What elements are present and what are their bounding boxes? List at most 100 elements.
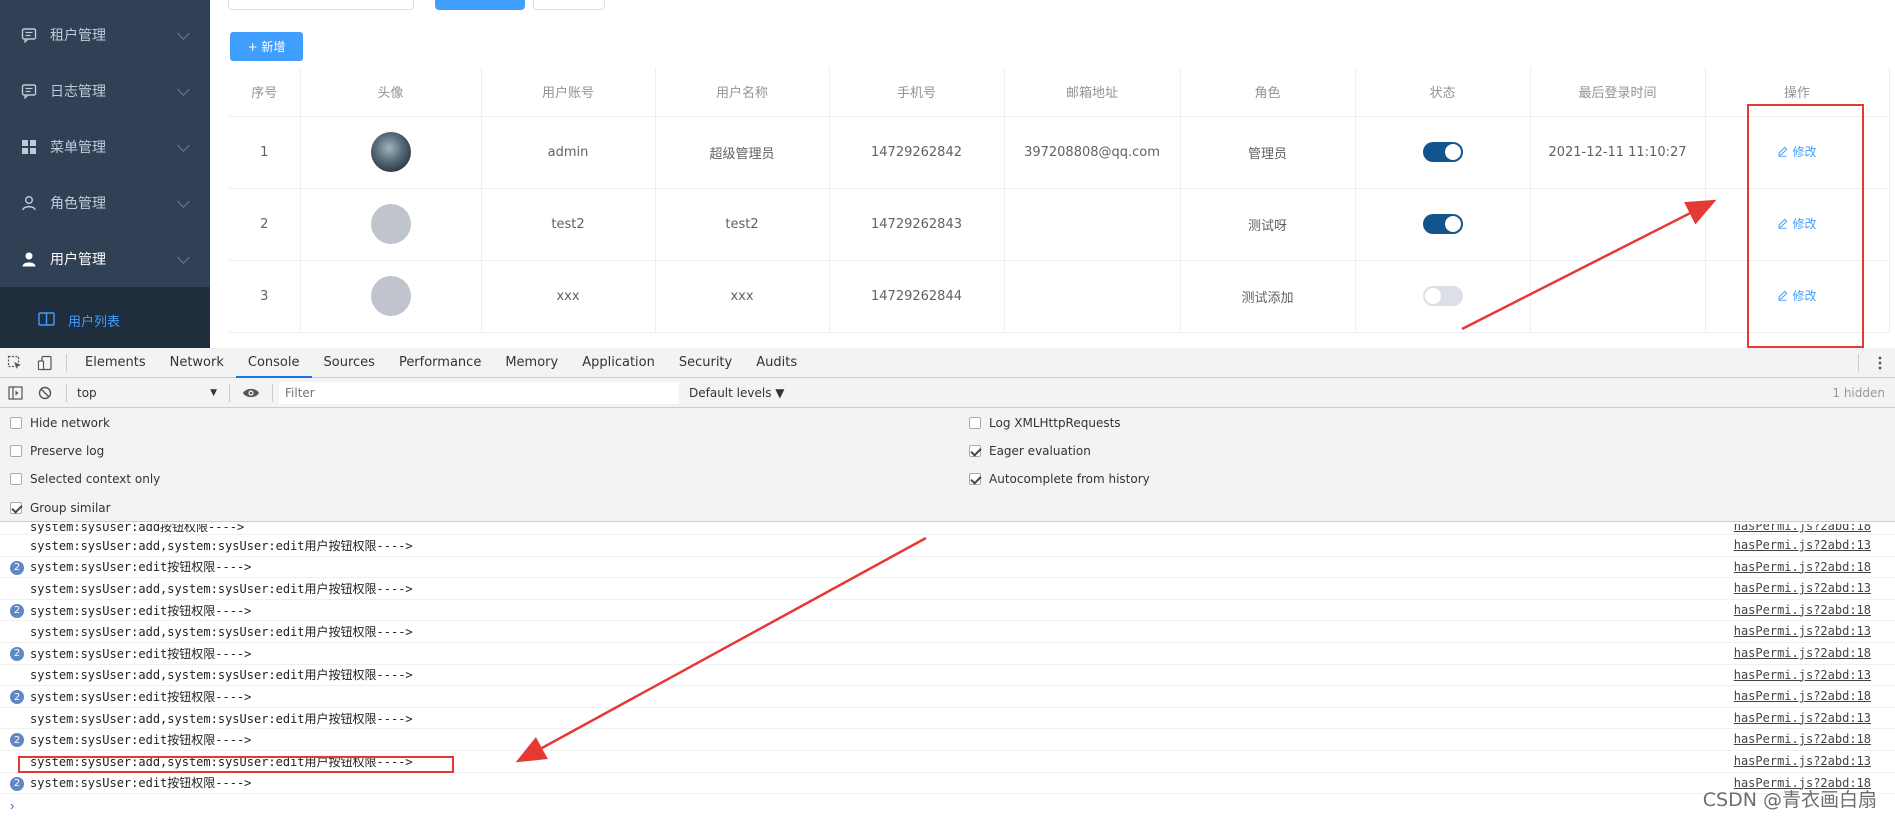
source-link[interactable]: hasPermi.js?2abd:13	[1734, 538, 1871, 552]
clear-console-icon[interactable]	[30, 378, 60, 408]
tab-sources[interactable]: Sources	[312, 348, 387, 378]
tab-security[interactable]: Security	[667, 348, 744, 378]
sidebar-item-label: 日志管理	[50, 84, 106, 100]
add-user-button[interactable]: + 新增	[230, 32, 303, 61]
col-header-email: 邮箱地址	[1004, 67, 1181, 117]
user-filled-icon	[20, 250, 38, 268]
autocomplete-history-option[interactable]: Autocomplete from history	[969, 472, 1150, 486]
eager-evaluation-option[interactable]: Eager evaluation	[969, 444, 1091, 458]
cell-index: 2	[229, 187, 301, 261]
source-link[interactable]: hasPermi.js?2abd:13	[1734, 754, 1871, 768]
chevron-down-icon	[177, 139, 190, 152]
console-prompt[interactable]: ›	[10, 798, 14, 813]
sidebar-item-label: 租户管理	[50, 28, 106, 44]
source-link[interactable]: hasPermi.js?2abd:18	[1734, 732, 1871, 746]
search-input[interactable]	[228, 0, 414, 10]
book-icon	[38, 311, 56, 329]
inspect-element-icon[interactable]	[0, 348, 30, 378]
main-content: + 新增 序号 头像 用户账号 用户名称 手机号 邮箱地址 角色 状态 最后登录…	[210, 0, 1895, 348]
status-toggle[interactable]	[1422, 142, 1463, 162]
source-link[interactable]: hasPermi.js?2abd:13	[1734, 624, 1871, 638]
eye-icon[interactable]	[236, 378, 266, 408]
console-filter-input[interactable]	[279, 381, 679, 404]
checkbox[interactable]	[10, 445, 22, 457]
caret-down-icon: ▼	[210, 387, 217, 398]
checkbox[interactable]	[969, 417, 981, 429]
console-message: system:sysUser:add按钮权限----> hasPermi.js?…	[0, 524, 1895, 535]
tab-audits[interactable]: Audits	[744, 348, 809, 378]
status-toggle[interactable]	[1422, 214, 1463, 234]
console-message: 2 system:sysUser:edit按钮权限----> hasPermi.…	[0, 773, 1895, 795]
col-header-index: 序号	[229, 67, 301, 117]
sidebar-item-logs[interactable]: 日志管理	[0, 63, 210, 119]
selected-context-option[interactable]: Selected context only	[10, 472, 160, 486]
avatar	[370, 204, 411, 244]
sidebar-item-menus[interactable]: 菜单管理	[0, 119, 210, 175]
console-message: 2 system:sysUser:edit按钮权限----> hasPermi.…	[0, 643, 1895, 665]
log-xhr-option[interactable]: Log XMLHttpRequests	[969, 416, 1121, 430]
source-link[interactable]: hasPermi.js?2abd:18	[1734, 524, 1871, 533]
source-link[interactable]: hasPermi.js?2abd:18	[1734, 646, 1871, 660]
group-similar-option[interactable]: Group similar	[10, 501, 111, 515]
source-link[interactable]: hasPermi.js?2abd:18	[1734, 689, 1871, 703]
tab-memory[interactable]: Memory	[493, 348, 570, 378]
tab-application[interactable]: Application	[570, 348, 667, 378]
source-link[interactable]: hasPermi.js?2abd:13	[1734, 668, 1871, 682]
console-message: system:sysUser:add,system:sysUser:edit用户…	[0, 535, 1895, 557]
option-label: Preserve log	[30, 444, 105, 458]
chevron-up-icon	[177, 251, 190, 264]
more-options-icon[interactable]	[1865, 348, 1895, 378]
repeat-count-badge: 2	[10, 690, 24, 705]
hide-network-option[interactable]: Hide network	[10, 416, 110, 430]
preserve-log-option[interactable]: Preserve log	[10, 444, 104, 458]
sidebar-toggle-icon[interactable]	[0, 378, 30, 408]
repeat-count-badge: 2	[10, 646, 24, 661]
search-button[interactable]	[435, 0, 525, 10]
table-row: 2 test2 test2 14729262843 测试呀 修改	[229, 187, 1890, 261]
cell-email: 397208808@qq.com	[1004, 115, 1181, 189]
checkbox[interactable]	[969, 445, 981, 457]
device-toolbar-icon[interactable]	[30, 348, 60, 378]
context-value: top	[77, 385, 97, 400]
source-link[interactable]: hasPermi.js?2abd:13	[1734, 711, 1871, 725]
console-messages: system:sysUser:add按钮权限----> hasPermi.js?…	[0, 524, 1895, 822]
avatar	[370, 276, 411, 316]
console-message: system:sysUser:add,system:sysUser:edit用户…	[0, 578, 1895, 600]
user-table: 序号 头像 用户账号 用户名称 手机号 邮箱地址 角色 状态 最后登录时间 操作…	[229, 67, 1890, 333]
sidebar-item-users[interactable]: 用户管理	[0, 231, 210, 287]
grid-icon	[20, 138, 38, 156]
source-link[interactable]: hasPermi.js?2abd:13	[1734, 581, 1871, 595]
source-link[interactable]: hasPermi.js?2abd:18	[1734, 560, 1871, 574]
annotation-box-log-line	[18, 756, 454, 773]
chat-icon	[20, 82, 38, 100]
checkbox[interactable]	[969, 473, 981, 485]
col-header-name: 用户名称	[655, 67, 830, 117]
cell-name: 超级管理员	[655, 115, 830, 189]
cell-role: 测试呀	[1180, 187, 1356, 261]
checkbox[interactable]	[10, 417, 22, 429]
reset-button[interactable]	[533, 0, 605, 10]
source-link[interactable]: hasPermi.js?2abd:18	[1734, 603, 1871, 617]
tab-performance[interactable]: Performance	[387, 348, 493, 378]
tab-console[interactable]: Console	[235, 348, 312, 378]
checkbox[interactable]	[10, 502, 22, 514]
log-levels-dropdown[interactable]: Default levels ▼	[689, 386, 785, 400]
repeat-count-badge: 2	[10, 776, 24, 791]
tab-elements[interactable]: Elements	[73, 348, 158, 378]
col-header-status: 状态	[1355, 67, 1531, 117]
table-header-row: 序号 头像 用户账号 用户名称 手机号 邮箱地址 角色 状态 最后登录时间 操作	[229, 67, 1890, 117]
checkbox[interactable]	[10, 473, 22, 485]
cell-account: test2	[481, 187, 656, 261]
sidebar-item-roles[interactable]: 角色管理	[0, 175, 210, 231]
chat-icon	[20, 26, 38, 44]
sidebar-subitem-user-list[interactable]: 用户列表	[0, 287, 210, 348]
sidebar-item-tenant[interactable]: 租户管理	[0, 7, 210, 63]
option-label: Autocomplete from history	[989, 472, 1150, 486]
tab-network[interactable]: Network	[158, 348, 236, 378]
console-message: 2 system:sysUser:edit按钮权限----> hasPermi.…	[0, 600, 1895, 622]
sidebar-item-label: 用户管理	[50, 252, 106, 268]
context-select[interactable]: top ▼	[73, 382, 223, 404]
status-toggle[interactable]	[1422, 286, 1463, 306]
repeat-count-badge: 2	[10, 733, 24, 748]
cell-email	[1004, 187, 1181, 261]
